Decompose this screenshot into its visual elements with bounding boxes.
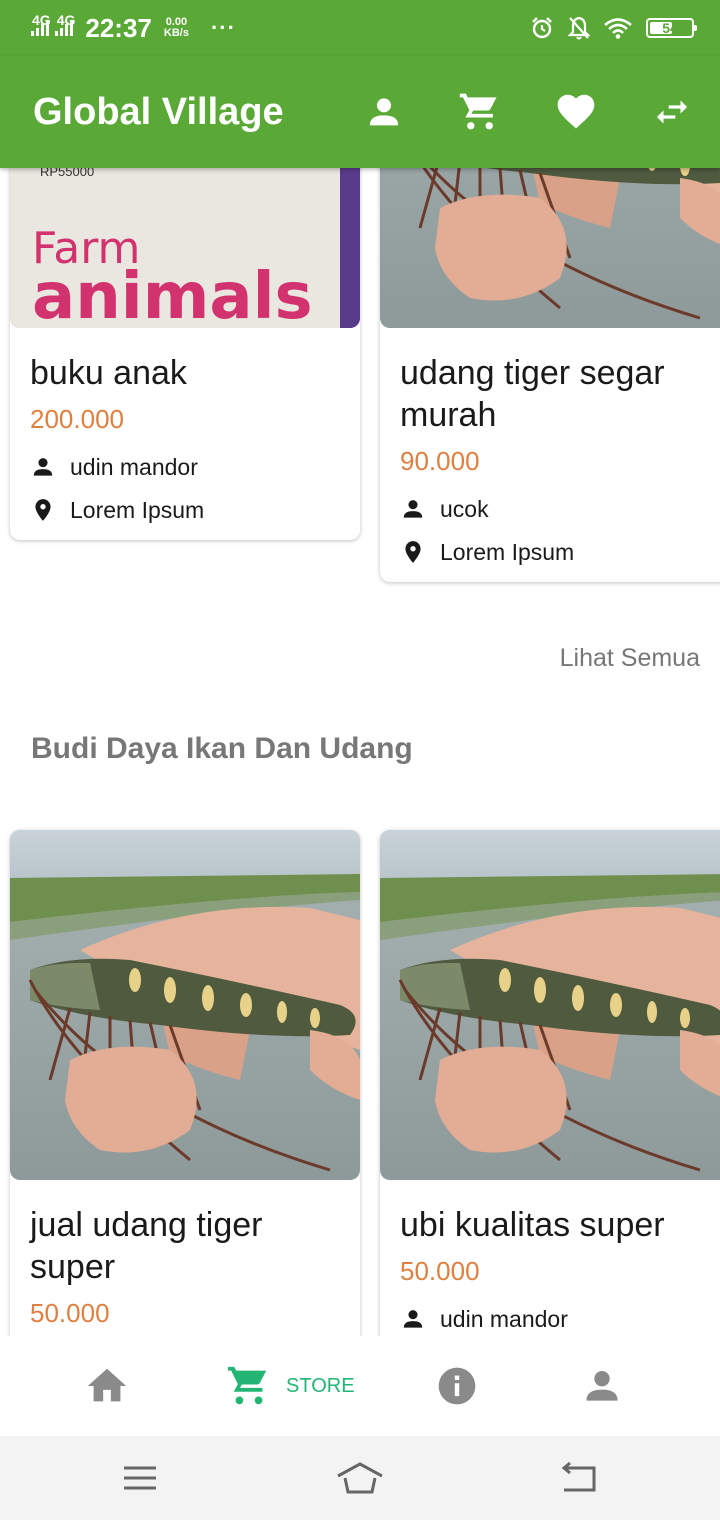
product-card[interactable]: ubi kualitas super 50.000 udin mandor (380, 830, 720, 1336)
app-title: Global Village (33, 90, 284, 133)
app-bar: Global Village (0, 56, 720, 168)
product-title: buku anak (30, 354, 187, 392)
location-pin-icon (35, 499, 51, 521)
seller-row: udin mandor (400, 1305, 710, 1333)
nav-account[interactable] (580, 1336, 624, 1436)
system-navigation-bar (0, 1436, 720, 1520)
seller-name: udin mandor (440, 1305, 568, 1332)
product-title: jual udang tiger super (30, 1206, 263, 1286)
more-notifications-icon: ··· (210, 15, 236, 40)
seller-row: ucok (400, 495, 710, 523)
account-icon (586, 1370, 618, 1401)
person-icon (33, 458, 53, 476)
swap-icon (657, 100, 687, 124)
network-type-1: 4G (32, 12, 51, 28)
battery-icon: 54 (646, 18, 697, 38)
alarm-icon (532, 17, 552, 39)
store-cart-icon (227, 1366, 267, 1405)
seller-name: udin mandor (70, 453, 198, 480)
notifications-off-icon (568, 16, 590, 40)
status-time: 22:37 (85, 12, 152, 43)
battery-level: 54 (662, 20, 678, 36)
home-system-icon[interactable] (334, 1458, 386, 1498)
product-card[interactable]: RP55000 Farm animals buku anak 200.000 u… (10, 168, 360, 540)
home-icon (87, 1368, 127, 1402)
cellular-signal-1: 4G (30, 13, 51, 36)
seller-row: udin mandor (30, 453, 340, 481)
status-bar: 4G 4G 22:37 0.00 KB/s ··· 54 (0, 0, 720, 56)
product-card[interactable]: udang tiger segar murah 90.000 ucok Lore… (380, 168, 720, 582)
product-price: 90.000 (400, 446, 480, 476)
product-title: ubi kualitas super (400, 1206, 665, 1244)
person-icon (403, 500, 423, 518)
nav-store[interactable]: STORE (226, 1336, 355, 1436)
location-row: Lorem Ipsum (30, 496, 340, 524)
cellular-signal-2: 4G (55, 13, 75, 36)
product-image (380, 168, 720, 328)
location-pin-icon (405, 541, 421, 563)
back-icon[interactable] (558, 1458, 600, 1498)
menu-icon[interactable] (120, 1458, 160, 1498)
network-speed: 0.00 KB/s (163, 16, 189, 39)
product-title: udang tiger segar murah (400, 354, 665, 434)
info-icon (438, 1367, 476, 1405)
location-row: Lorem Ipsum (400, 538, 710, 566)
profile-button[interactable] (336, 56, 432, 168)
person-icon (403, 1310, 423, 1328)
favorite-icon (557, 94, 595, 129)
location-text: Lorem Ipsum (440, 538, 575, 565)
location-text: Lorem Ipsum (70, 496, 205, 523)
see-all-link[interactable]: Lihat Semua (560, 644, 700, 673)
product-price: 50.000 (400, 1256, 480, 1286)
cart-icon (459, 93, 497, 130)
network-type-2: 4G (56, 12, 76, 28)
nav-info[interactable] (435, 1336, 479, 1436)
seller-name: ucok (440, 495, 489, 522)
store-content[interactable]: RP55000 Farm animals buku anak 200.000 u… (0, 168, 720, 1336)
price-sticker: RP55000 (40, 168, 94, 179)
favorites-button[interactable] (528, 56, 624, 168)
product-price: 50.000 (30, 1298, 110, 1328)
cart-button[interactable] (432, 56, 528, 168)
book-title-line-2: animals (32, 260, 313, 328)
product-image (10, 830, 360, 1180)
bottom-navigation: STORE (0, 1336, 720, 1436)
product-card[interactable]: jual udang tiger super 50.000 (10, 830, 360, 1336)
nav-home[interactable] (84, 1336, 130, 1436)
wifi-icon (604, 18, 632, 39)
product-image: RP55000 Farm animals (10, 168, 360, 328)
section-title: Budi Daya Ikan Dan Udang (31, 732, 413, 765)
swap-button[interactable] (624, 56, 720, 168)
person-icon (369, 98, 399, 126)
product-image (380, 830, 720, 1180)
product-price: 200.000 (30, 404, 124, 434)
nav-store-label: STORE (286, 1374, 355, 1397)
